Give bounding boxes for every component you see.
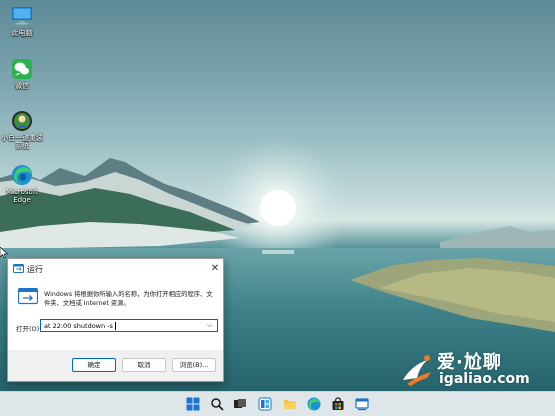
desktop-icon-label: 小白一键重装系统 [1, 134, 43, 150]
dialog-title: 运行 [27, 265, 43, 274]
desktop: 此电脑 微信 小白一键重装系统 Microsoft Edge 运行 ✕ Wind… [0, 0, 555, 416]
site-watermark: 爱·尬聊 igaliao.com [395, 346, 555, 396]
edge-icon [12, 165, 32, 185]
run-dialog: 运行 ✕ Windows 将根据你所输入的名称，为你打开相应的程序、文件夹、文档… [7, 258, 224, 382]
desktop-icon-label: 此电脑 [11, 29, 33, 37]
run-dialog-titlebar[interactable]: 运行 ✕ [8, 259, 223, 279]
close-icon: ✕ [210, 263, 220, 274]
browse-button[interactable]: 浏览(B)... [172, 358, 216, 372]
reinstall-tool-icon [12, 111, 32, 131]
desktop-icon-label: 微信 [15, 82, 29, 90]
desktop-icon-this-pc[interactable]: 此电脑 [0, 5, 44, 37]
desktop-icon-wechat[interactable]: 微信 [0, 58, 44, 90]
windows-start-icon[interactable] [186, 397, 200, 411]
run-icon [18, 288, 38, 305]
desktop-icon-edge[interactable]: Microsoft Edge [0, 164, 44, 204]
dialog-footer: 确定 取消 浏览(B)... [8, 350, 223, 381]
edge-icon[interactable] [307, 397, 321, 411]
search-icon[interactable] [210, 397, 224, 411]
desktop-icon-label: Microsoft Edge [6, 188, 38, 204]
app-icon[interactable] [355, 397, 369, 411]
widgets-icon[interactable] [258, 397, 272, 411]
ok-button[interactable]: 确定 [72, 358, 116, 372]
taskbar [0, 391, 555, 416]
wechat-icon [12, 59, 32, 79]
watermark-subtitle: igaliao.com [439, 371, 530, 387]
open-label: 打开(O): [16, 325, 42, 333]
dialog-description: Windows 将根据你所输入的名称，为你打开相应的程序、文件夹、文档或 Int… [44, 291, 213, 307]
watermark-logo-icon [403, 355, 431, 386]
file-explorer-icon[interactable] [283, 397, 297, 411]
text-caret [115, 322, 116, 330]
computer-icon [12, 7, 32, 25]
run-app-icon [13, 264, 24, 273]
cancel-button[interactable]: 取消 [122, 358, 166, 372]
desktop-icon-reinstall-tool[interactable]: 小白一键重装系统 [0, 110, 44, 150]
task-view-icon[interactable] [233, 397, 247, 411]
close-button[interactable]: ✕ [209, 263, 221, 275]
store-icon[interactable] [331, 397, 345, 411]
command-input[interactable]: at 22:00 shutdown -s [44, 322, 113, 330]
command-combobox[interactable]: at 22:00 shutdown -s ⌵ [40, 319, 218, 332]
chevron-down-icon[interactable]: ⌵ [207, 321, 212, 330]
